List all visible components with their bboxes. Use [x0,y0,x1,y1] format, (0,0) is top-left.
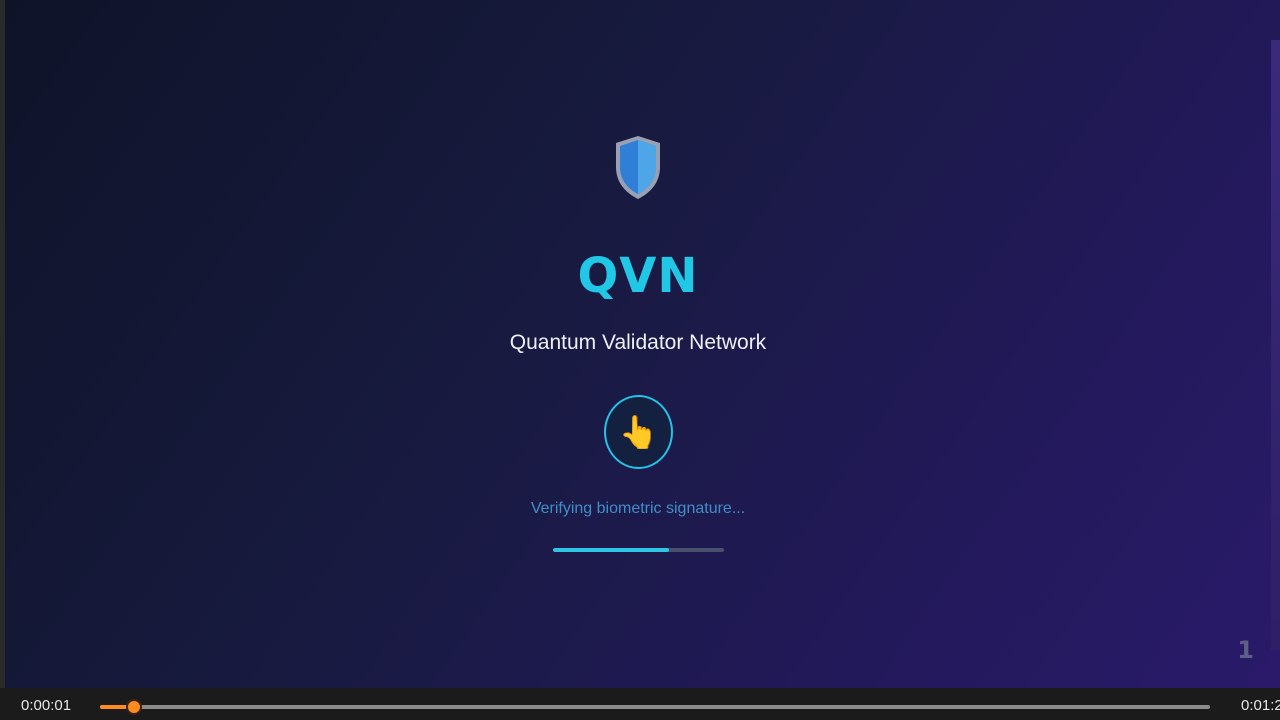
status-message: Verifying biometric signature... [530,500,746,517]
shield-icon [616,136,660,199]
fingerprint-scan-button[interactable]: 👆 [604,395,673,469]
slide-number: 1 [1237,636,1254,664]
total-time: 0:01:2 [1241,697,1280,714]
brand-subtitle: Quantum Validator Network [509,331,767,354]
seek-bar[interactable] [100,699,1210,715]
brand-title: QVN [577,248,699,304]
video-controls-bar: 0:00:01 0:01:2 [0,688,1280,720]
progress-fill [553,548,670,552]
video-frame: QVN Quantum Validator Network 👆 Verifyin… [0,0,1280,688]
verification-progress-bar [553,548,724,552]
pointing-hand-icon: 👆 [618,413,659,451]
current-time: 0:00:01 [21,697,72,714]
